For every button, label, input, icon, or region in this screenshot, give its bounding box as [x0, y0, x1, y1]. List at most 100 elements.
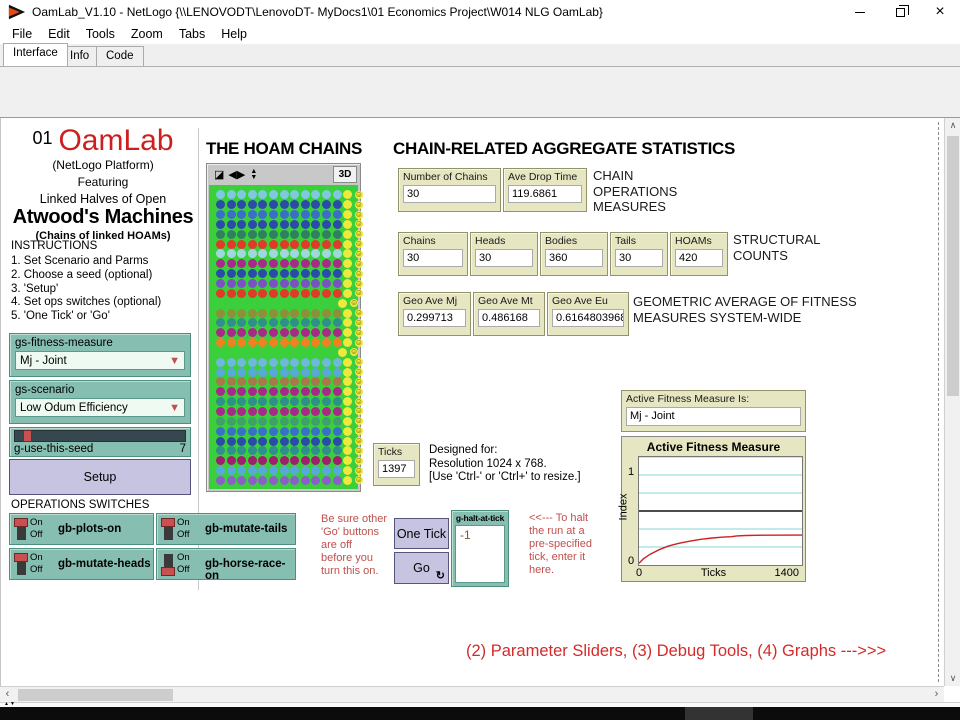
agent-dot [237, 368, 246, 377]
scroll-down-arrow[interactable]: ∨ [945, 671, 960, 686]
menu-item-help[interactable]: Help [213, 25, 255, 43]
agent-dot [333, 259, 342, 268]
input-value-box[interactable]: -1 [455, 525, 505, 583]
agent-dot [290, 259, 299, 268]
tab-code[interactable]: Code [96, 46, 144, 66]
setup-button[interactable]: Setup [9, 459, 191, 495]
agent-dot [216, 328, 225, 337]
agent-dot [322, 358, 331, 367]
agent-dot [311, 269, 320, 278]
minimize-button[interactable] [840, 0, 880, 24]
agent-dot [322, 279, 331, 288]
halt-at-tick-input[interactable]: g-halt-at-tick -1 [451, 510, 509, 587]
agent-dot [258, 259, 267, 268]
chain-row: ☺ [216, 269, 358, 279]
chooser-dropdown[interactable]: Mj - Joint ▼ [15, 351, 185, 370]
chain-row: ☺ [216, 229, 358, 239]
horizontal-scrollbar: ‹ › [0, 686, 944, 702]
agent-dot [301, 259, 310, 268]
one-tick-button[interactable]: One Tick [394, 518, 449, 549]
stat-caption: STRUCTURAL COUNTS [733, 232, 848, 263]
agent-dot [269, 377, 278, 386]
switch-gb-plots-on[interactable]: OnOffgb-plots-on [9, 513, 154, 545]
close-button[interactable]: × [920, 0, 960, 24]
switch-gb-mutate-tails[interactable]: OnOffgb-mutate-tails [156, 513, 296, 545]
chain-row: ☺ [216, 348, 358, 358]
monitor-label: Active Fitness Measure Is: [626, 393, 801, 405]
agent-dot [290, 377, 299, 386]
go-warning-note: Be sure other 'Go' buttons are off befor… [321, 513, 401, 578]
menu-item-edit[interactable]: Edit [40, 25, 78, 43]
agent-dot [322, 446, 331, 455]
scroll-right-arrow[interactable]: › [929, 687, 944, 703]
switch-handle[interactable] [161, 567, 175, 576]
3d-button[interactable]: 3D [333, 166, 357, 183]
agent-dot [269, 456, 278, 465]
agent-dot [301, 387, 310, 396]
vertical-arrows-icon: ▲▼ [250, 169, 257, 181]
agent-dot [333, 476, 342, 485]
menu-item-tabs[interactable]: Tabs [171, 25, 213, 43]
agent-dot [322, 289, 331, 298]
switch-gb-mutate-heads[interactable]: OnOffgb-mutate-heads [9, 548, 154, 580]
monitor-value: 0.299713 [403, 309, 466, 327]
agent-dot [248, 358, 257, 367]
slider-handle[interactable] [23, 430, 32, 442]
vertical-scroll-thumb[interactable] [947, 136, 959, 396]
agent-dot [290, 446, 299, 455]
horizontal-scroll-thumb[interactable] [18, 689, 173, 701]
tab-interface[interactable]: Interface [3, 43, 68, 66]
chooser-gs-scenario[interactable]: gs-scenario Low Odum Efficiency ▼ [9, 380, 191, 424]
agent-dot [258, 437, 267, 446]
agent-dot [269, 318, 278, 327]
scroll-up-arrow[interactable]: ∧ [945, 118, 960, 133]
switch-onoff-labels: OnOff [177, 552, 190, 576]
agent-dot [248, 309, 257, 318]
seed-slider[interactable]: g-use-this-seed 7 [9, 427, 191, 457]
chain-row: ☺ [216, 210, 358, 220]
agent-dot [290, 210, 299, 219]
agent-dot [248, 446, 257, 455]
restore-button[interactable] [880, 0, 920, 24]
command-center-segment [685, 707, 753, 720]
smiley-icon: ☺ [350, 348, 358, 356]
chain-end-dot [343, 200, 352, 209]
smiley-icon: ☺ [355, 309, 363, 317]
netlogo-app-icon [8, 3, 26, 21]
netlogo-window: OamLab_V1.10 - NetLogo {\\LENOVODT\Lenov… [0, 0, 960, 720]
switch-handle[interactable] [14, 553, 28, 562]
switch-handle[interactable] [161, 518, 175, 527]
agent-dot [237, 190, 246, 199]
agent-dot [269, 190, 278, 199]
monitor-geo-ave-mt: Geo Ave Mt0.486168 [473, 292, 545, 336]
agent-dot [280, 289, 289, 298]
go-button[interactable]: Go ↻ [394, 552, 449, 584]
smiley-icon: ☺ [355, 427, 363, 435]
agent-dot [227, 368, 236, 377]
smiley-icon: ☺ [355, 437, 363, 445]
agent-dot [216, 456, 225, 465]
agent-dot [311, 358, 320, 367]
agent-dot [258, 210, 267, 219]
switch-handle[interactable] [14, 518, 28, 527]
agent-dot [311, 446, 320, 455]
chooser-dropdown[interactable]: Low Odum Efficiency ▼ [15, 398, 185, 417]
world-view[interactable]: ☺☺☺☺☺☺☺☺☺☺☺☺☺☺☺☺☺☺☺☺☺☺☺☺☺☺☺☺☺☺ [209, 185, 358, 489]
menu-item-file[interactable]: File [4, 25, 40, 43]
menu-item-zoom[interactable]: Zoom [123, 25, 171, 43]
agent-dot [322, 476, 331, 485]
chooser-gs-fitness-measure[interactable]: gs-fitness-measure Mj - Joint ▼ [9, 333, 191, 377]
agent-dot [322, 456, 331, 465]
switch-gb-horse-race-on[interactable]: OnOffgb-horse-race-on [156, 548, 296, 580]
plot-title: Active Fitness Measure [622, 437, 805, 454]
chain-row: ☺ [216, 416, 358, 426]
agent-dot [333, 377, 342, 386]
chain-row: ☺ [216, 239, 358, 249]
active-fitness-monitor: Active Fitness Measure Is: Mj - Joint [621, 390, 806, 432]
switch-onoff-labels: OnOff [30, 517, 43, 541]
dropdown-arrow-icon: ▼ [169, 402, 180, 414]
slider-label: g-use-this-seed [14, 443, 93, 455]
agent-dot [216, 190, 225, 199]
agent-dot [237, 318, 246, 327]
menu-item-tools[interactable]: Tools [78, 25, 123, 43]
